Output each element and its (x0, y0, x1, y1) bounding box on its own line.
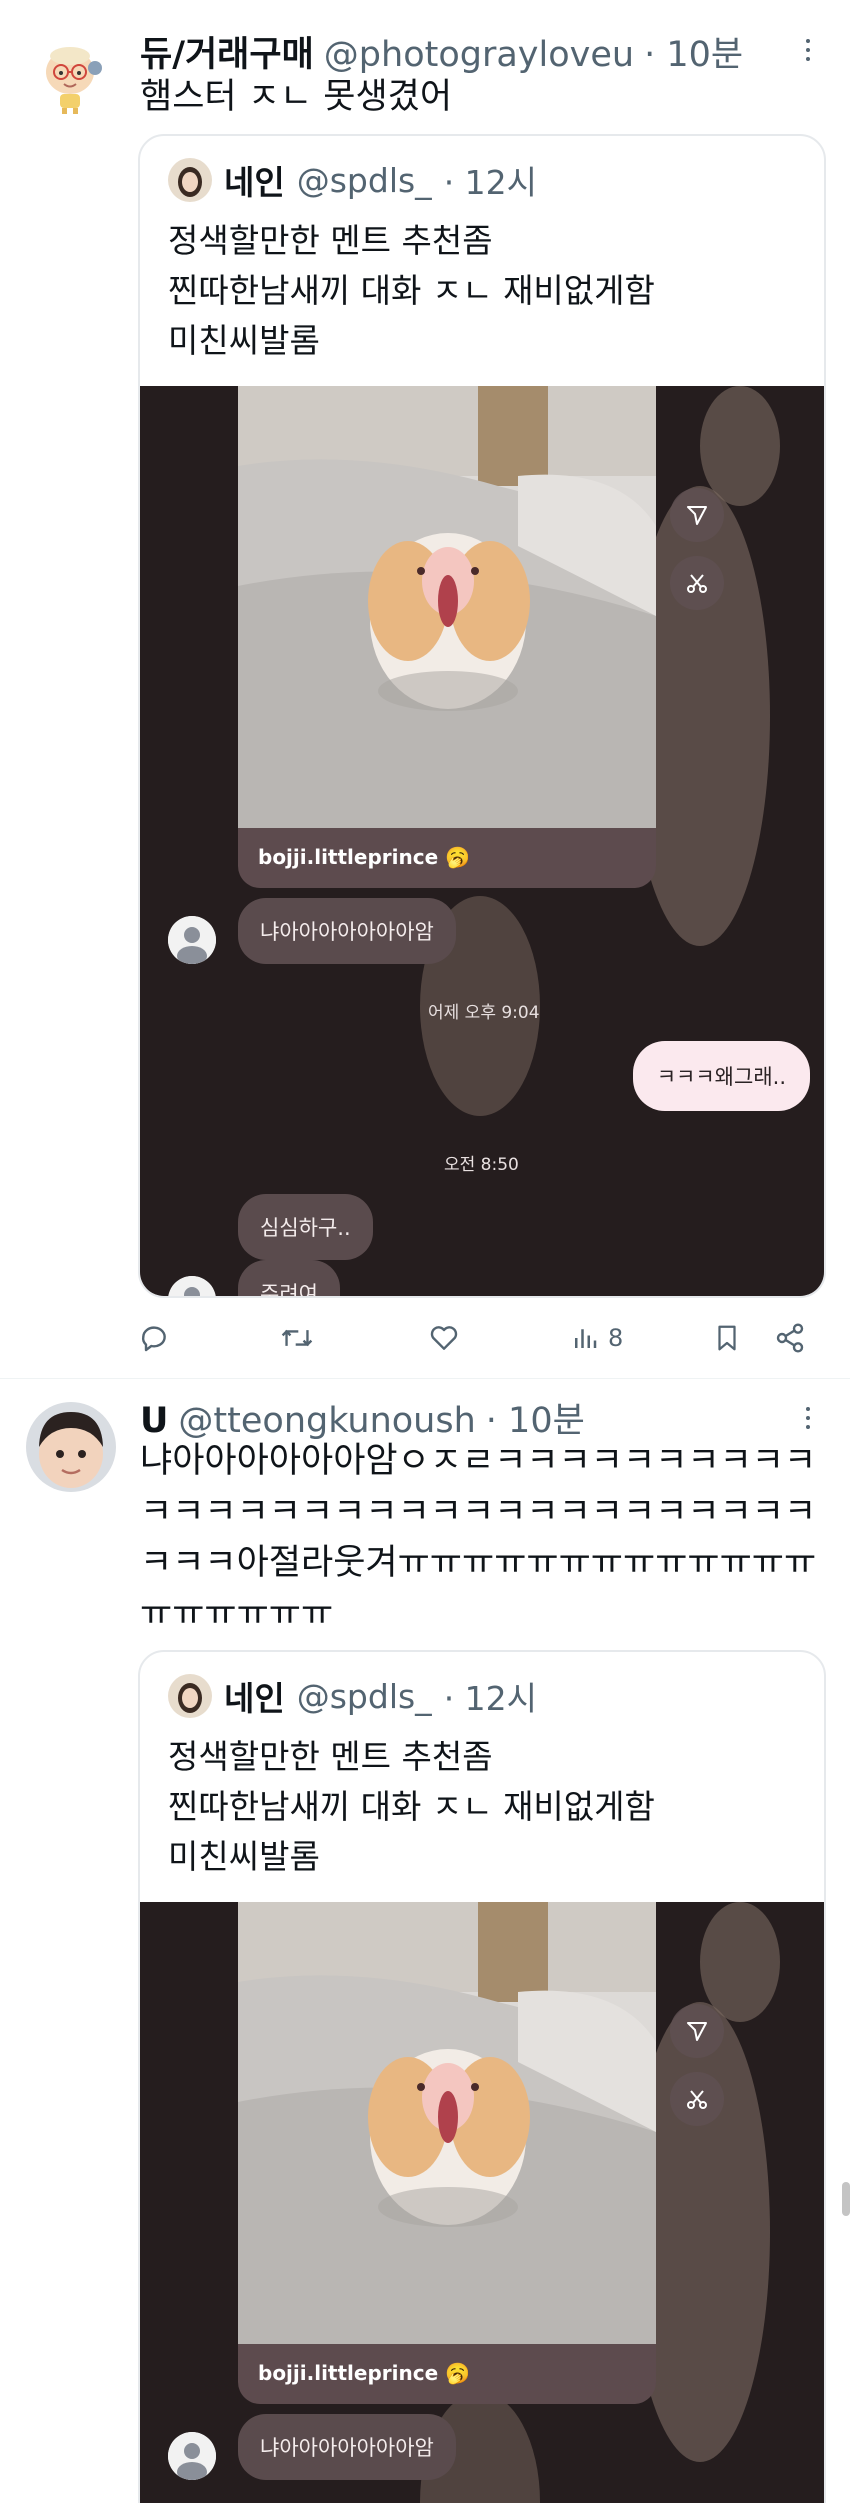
send-icon[interactable] (670, 488, 724, 542)
scissors-icon[interactable] (670, 2072, 724, 2126)
like-icon (430, 1326, 458, 1350)
more-icon[interactable] (793, 30, 823, 70)
quote1-text: 정색할만한 멘트 추천좀 찐따한남새끼 대화 ㅈㄴ 재비없게함 미친씨발롬 (168, 216, 655, 366)
dm-timestamp: 오전 8:50 (444, 1155, 519, 1175)
quote1-media[interactable]: bojji.littleprince 🥱 냐아아아아아아아암 어제 오후 9:0… (140, 386, 824, 1296)
quote1-line: 미친씨발롬 (168, 321, 320, 360)
scissors-icon[interactable] (670, 556, 724, 610)
quote2-line: 정색할만한 멘트 추천좀 (168, 1737, 493, 1776)
quoted-tweet-2[interactable]: 네인 @spdls_ · 12시 정색할만한 멘트 추천좀 찐따한남새끼 대화 … (138, 1650, 826, 2503)
tweet1-avatar[interactable] (30, 36, 110, 116)
quote2-time: · 12시 (443, 1679, 538, 1718)
dm-timestamp: 어제 오후 9:04 (428, 1003, 540, 1023)
tweet2-display-name[interactable]: U (140, 1401, 168, 1441)
quote2-display-name: 네인 (224, 1679, 285, 1718)
hamster-photo[interactable] (238, 1902, 656, 2344)
hamster-photo[interactable] (238, 386, 656, 828)
quote1-time: · 12시 (443, 163, 538, 202)
tweet2-handle[interactable]: @tteongkunoush (178, 1401, 475, 1441)
quote2-handle: @spdls_ (296, 1676, 432, 1716)
quoted-tweet-1[interactable]: 네인 @spdls_ · 12시 정색할만한 멘트 추천좀 찐따한남새끼 대화 … (138, 134, 826, 1298)
dm-received-message: 주려여 (238, 1260, 340, 1296)
quote2-media[interactable]: bojji.littleprince 🥱 냐아아아아아아아암 (140, 1902, 824, 2503)
child-avatar-image (26, 1402, 116, 1492)
reply-button[interactable] (138, 1318, 170, 1358)
quote2-line: 찐따한남새끼 대화 ㅈㄴ 재비없게함 (168, 1787, 655, 1826)
tweet1-display-name[interactable]: 듀/거래구매 (140, 26, 314, 77)
send-icon[interactable] (670, 2004, 724, 2058)
cartoon-avatar-image (30, 36, 110, 116)
media-caption: bojji.littleprince 🥱 (238, 2344, 656, 2404)
retweet-icon (281, 1329, 313, 1347)
scrollbar-thumb[interactable] (842, 2182, 850, 2216)
tweet-divider (0, 1378, 850, 1379)
quote1-line: 정색할만한 멘트 추천좀 (168, 221, 493, 260)
media-caption: bojji.littleprince 🥱 (238, 828, 656, 888)
views-icon (575, 1329, 597, 1348)
bookmark-button[interactable] (712, 1318, 742, 1358)
quote1-display-name: 네인 (224, 163, 285, 202)
reply-icon (141, 1326, 166, 1352)
like-button[interactable] (428, 1318, 460, 1358)
quote2-text: 정색할만한 멘트 추천좀 찐따한남새끼 대화 ㅈㄴ 재비없게함 미친씨발롬 (168, 1732, 655, 1882)
quote1-header: 네인 @spdls_ · 12시 (168, 156, 537, 204)
quote2-line: 미친씨발롬 (168, 1837, 320, 1876)
tweet1-time[interactable]: · 10분 (644, 26, 743, 77)
share-button[interactable] (774, 1318, 806, 1358)
tweet-2[interactable]: U @tteongkunoush · 10분 냐아아아아아아암ㅇㅈㄹㅋㅋㅋㅋㅋㅋ… (0, 1380, 850, 2503)
tweet1-handle[interactable]: @photograyloveu (324, 35, 634, 75)
share-icon (776, 1323, 804, 1353)
dm-received-message: 냐아아아아아아아암 (238, 2414, 456, 2480)
quote2-header: 네인 @spdls_ · 12시 (168, 1672, 537, 1720)
views-button[interactable]: 8 (570, 1318, 623, 1358)
tweet1-actions: 8 (138, 1318, 820, 1358)
tweet1-header: 듀/거래구매 @photograyloveu · 10분 (140, 26, 743, 77)
default-avatar-icon (168, 916, 216, 964)
tweet1-text: 햄스터 ㅈㄴ 못생겼어 (140, 77, 453, 117)
quote2-avatar (168, 1674, 212, 1718)
tweet2-avatar[interactable] (26, 1402, 116, 1492)
bookmark-icon (718, 1325, 736, 1351)
quote1-avatar (168, 158, 212, 202)
views-count: 8 (608, 1324, 624, 1352)
dm-received-message: 심심하구.. (238, 1194, 373, 1260)
tweet2-text: 냐아아아아아아암ㅇㅈㄹㅋㅋㅋㅋㅋㅋㅋㅋㅋㅋㅋㅋㅋㅋㅋㅋㅋㅋㅋㅋㅋㅋㅋㅋㅋㅋㅋㅋㅋ… (140, 1441, 817, 1634)
quote1-line: 찐따한남새끼 대화 ㅈㄴ 재비없게함 (168, 271, 655, 310)
more-icon[interactable] (793, 1398, 823, 1438)
dm-sent-message: ㅋㅋㅋ왜그래.. (632, 1041, 810, 1111)
retweet-button[interactable] (280, 1318, 314, 1358)
tweet-1[interactable]: 듀/거래구매 @photograyloveu · 10분 햄스터 ㅈㄴ 못생겼어… (0, 0, 850, 1380)
default-avatar-icon (168, 2432, 216, 2480)
dm-received-message: 냐아아아아아아아암 (238, 898, 456, 964)
quote1-handle: @spdls_ (296, 160, 432, 200)
